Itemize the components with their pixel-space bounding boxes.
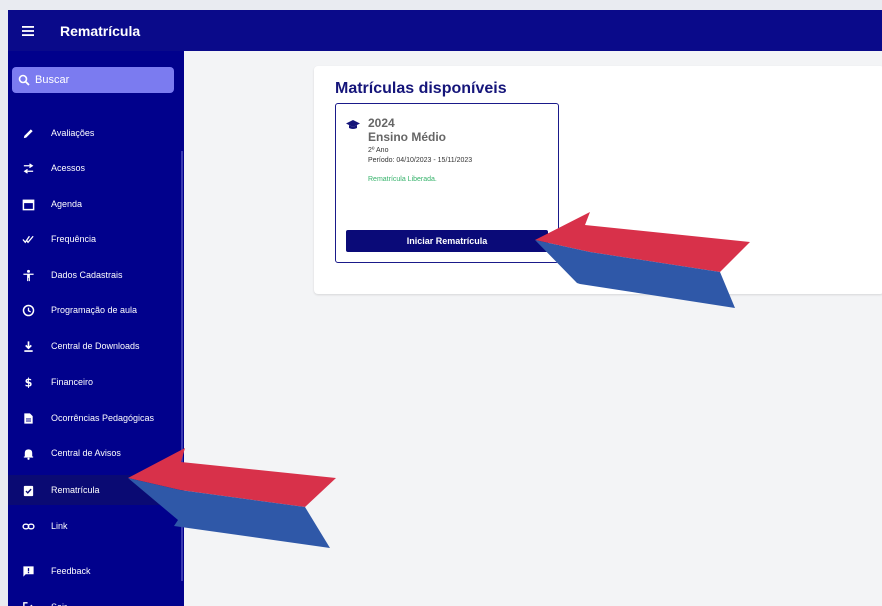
annotation-arrows <box>128 212 750 548</box>
arrow-right-annotation <box>535 212 750 308</box>
arrow-left-annotation <box>128 448 336 548</box>
